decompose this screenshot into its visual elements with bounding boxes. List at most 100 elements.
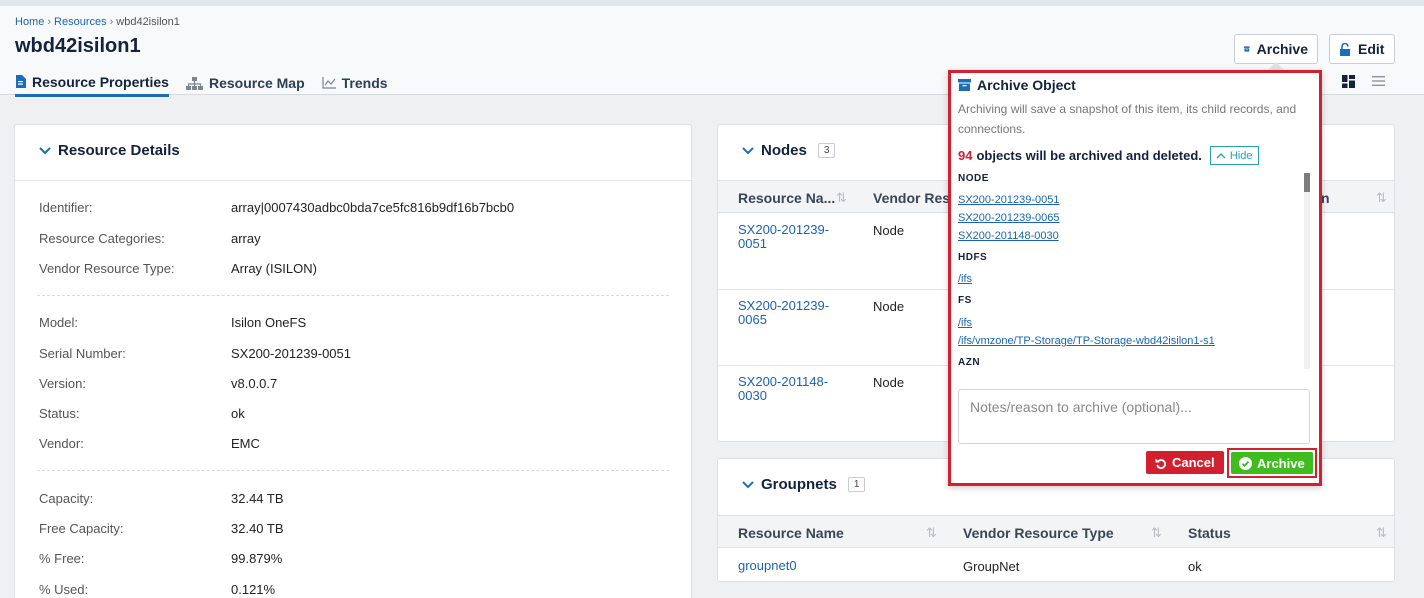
archive-item-link[interactable]: SX200-201239-0051 [958, 194, 1060, 206]
edit-button[interactable]: Edit [1329, 34, 1395, 64]
count-badge: 3 [817, 143, 836, 158]
node-link[interactable]: SX200-201148- 0030 [738, 375, 828, 403]
property-label: % Free: [39, 551, 85, 566]
archive-object-list: NODE SX200-201239-0051 SX200-201239-0065… [958, 171, 1303, 369]
hide-button[interactable]: Hide [1209, 146, 1259, 165]
archive-box-icon [1244, 46, 1250, 52]
archive-confirm-button[interactable]: Archive [1227, 448, 1317, 478]
archive-item-link[interactable]: /ifs/vmzone/TP-Storage/TP-Storage-wbd42i… [958, 335, 1215, 347]
divider [37, 470, 669, 471]
check-circle-icon [1239, 456, 1252, 470]
property-label: Vendor Resource Type: [39, 261, 175, 276]
node-type: Node [873, 375, 905, 390]
archive-item-link[interactable]: SX200-201239-0065 [958, 212, 1060, 224]
undo-icon [1155, 458, 1166, 469]
tab-label: Resource Properties [32, 73, 169, 90]
property-label: Serial Number: [39, 346, 126, 361]
node-link[interactable]: SX200-201239- 0051 [738, 223, 829, 251]
chevron-down-icon [742, 480, 754, 488]
popover-description: Archiving will save a snapshot of this i… [958, 102, 1297, 136]
resource-details-panel: Resource Details Identifier: array|00074… [14, 124, 692, 598]
chevron-down-icon [39, 146, 51, 154]
link-text: SX200-201239- [738, 298, 830, 313]
group-heading: HDFS [958, 252, 988, 263]
groupnet-link[interactable]: groupnet0 [738, 559, 797, 573]
sort-icon[interactable]: ⇅ [1376, 525, 1387, 541]
breadcrumb-separator: › [47, 16, 52, 28]
groupnet-status: ok [1188, 559, 1202, 574]
sort-icon[interactable]: ⇅ [926, 525, 937, 541]
column-header-resource-name[interactable]: Resource Name [738, 525, 844, 541]
tab-label: Resource Map [208, 75, 305, 91]
link-text: 0051 [738, 236, 767, 251]
breadcrumb-resources[interactable]: Resources [54, 16, 107, 28]
list-view-icon[interactable] [1372, 75, 1385, 87]
breadcrumb-home[interactable]: Home [15, 16, 44, 28]
cancel-button-label: Cancel [1172, 455, 1215, 470]
table-header: Resource Name ⇅ Vendor Resource Type ⇅ S… [718, 515, 1394, 548]
divider [37, 295, 669, 296]
list-scrollbar[interactable] [1304, 173, 1310, 369]
line-chart-icon [322, 77, 336, 89]
hide-button-label: Hide [1229, 149, 1253, 162]
column-header-status[interactable]: n [1321, 190, 1330, 206]
property-value: 0.121% [231, 582, 276, 597]
panel-title: Nodes [761, 142, 807, 159]
nodes-header[interactable]: Nodes 3 [742, 142, 836, 159]
archive-header-button[interactable]: Archive [1234, 34, 1318, 64]
sort-icon[interactable]: ⇅ [1376, 190, 1387, 206]
archive-item-link[interactable]: SX200-201148-0030 [958, 230, 1059, 242]
property-value: SX200-201239-0051 [231, 346, 351, 361]
archive-notes-input[interactable] [958, 389, 1310, 444]
tab-resource-map[interactable]: Resource Map [185, 69, 305, 97]
column-header-vendor-type[interactable]: Vendor Res [873, 190, 950, 206]
sort-icon[interactable]: ⇅ [1151, 525, 1162, 541]
property-value: 32.40 TB [231, 521, 284, 536]
archive-button-label: Archive [1256, 41, 1308, 57]
node-link[interactable]: SX200-201239- 0065 [738, 299, 829, 327]
breadcrumb-current: wbd42isilon1 [116, 16, 180, 28]
link-text: SX200-201148- [738, 374, 829, 389]
property-value: v8.0.0.7 [231, 376, 278, 391]
chevron-up-icon [1216, 153, 1226, 159]
property-label: Identifier: [39, 200, 93, 215]
tab-bar: Resource Properties Resource Map Trends [15, 69, 405, 101]
archive-item-link[interactable]: /ifs [958, 317, 972, 329]
tab-resource-properties[interactable]: Resource Properties [15, 69, 169, 97]
property-label: Status: [39, 406, 80, 421]
archive-confirm-label: Archive [1257, 455, 1305, 471]
archive-item-link[interactable]: /ifs [958, 273, 972, 285]
property-value: array [231, 231, 261, 246]
scrollbar-thumb[interactable] [1304, 173, 1310, 192]
archive-count-number: 94 [958, 148, 973, 163]
column-header-status[interactable]: Status [1188, 525, 1231, 541]
group-heading: NODE [958, 173, 989, 184]
property-label: Capacity: [39, 491, 94, 506]
sort-icon[interactable]: ⇅ [836, 190, 847, 206]
column-header-resource-name[interactable]: Resource Na... [738, 190, 835, 206]
grid-view-icon[interactable] [1342, 75, 1355, 88]
property-value: ok [231, 406, 245, 421]
property-value: Array (ISILON) [231, 261, 317, 276]
column-header-vendor-type[interactable]: Vendor Resource Type [963, 525, 1114, 541]
node-type: Node [873, 299, 905, 314]
popover-title: Archive Object [958, 77, 1076, 93]
link-text: 0030 [738, 388, 767, 403]
popover-arrow [1268, 62, 1284, 70]
unlock-icon [1340, 42, 1350, 56]
groupnets-header[interactable]: Groupnets 1 [742, 476, 866, 493]
property-label: Free Capacity: [39, 521, 124, 536]
breadcrumb-separator: › [109, 16, 114, 28]
page-title: wbd42isilon1 [15, 35, 141, 57]
tab-trends[interactable]: Trends [322, 69, 388, 97]
tab-label: Trends [341, 75, 388, 91]
divider [15, 180, 691, 181]
node-type: Node [873, 223, 905, 238]
resource-details-header[interactable]: Resource Details [39, 142, 180, 159]
popover-title-text: Archive Object [977, 77, 1076, 93]
archive-box-icon [958, 79, 971, 91]
cancel-button[interactable]: Cancel [1146, 451, 1224, 474]
group-heading: AZN [958, 357, 981, 368]
archive-popover: Archive Object Archiving will save a sna… [948, 70, 1322, 486]
property-label: Model: [39, 315, 79, 330]
